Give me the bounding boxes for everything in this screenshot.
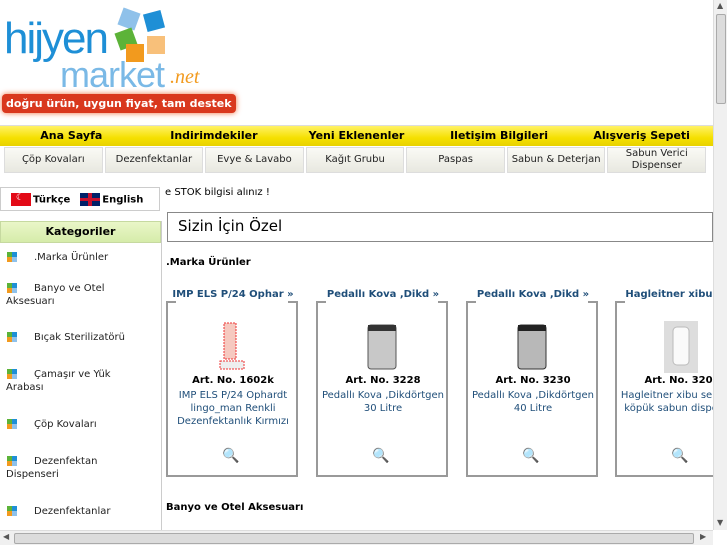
category-label: Banyo ve Otel Aksesuarı <box>6 283 105 307</box>
magnifier-icon[interactable]: 🔍 <box>522 448 539 464</box>
category-bullet-icon <box>6 455 18 467</box>
product-article-number: Art. No. 3228 <box>345 375 421 386</box>
nav-home[interactable]: Ana Sayfa <box>0 126 143 146</box>
scroll-thumb[interactable] <box>716 14 726 104</box>
logo-text-market: market <box>60 54 165 95</box>
scroll-thumb[interactable] <box>14 533 694 544</box>
category-item[interactable]: Bıçak Sterilizatörü <box>0 331 150 344</box>
magnifier-icon[interactable]: 🔍 <box>671 448 688 464</box>
product-article-number: Art. No. 1602k <box>192 375 274 386</box>
subnav-item[interactable]: Dezenfektanlar <box>104 147 204 173</box>
nav-contact[interactable]: Iletişim Bilgileri <box>428 126 571 146</box>
language-selector: Türkçe English <box>0 187 160 211</box>
product-article-number: Art. No. 3201 <box>644 375 713 386</box>
product-description-link[interactable]: Pedallı Kova ,Dikdörtgen 30 Litre <box>318 389 448 415</box>
section-heading: Banyo ve Otel Aksesuarı <box>166 502 304 513</box>
category-bullet-icon <box>6 251 18 263</box>
category-item[interactable]: .Marka Ürünler <box>0 251 150 264</box>
subnav-item[interactable]: Paspas <box>406 147 505 173</box>
product-card: Pedallı Kova ,Dikd » Art. No. 3230 Pedallı… <box>466 288 600 477</box>
product-image[interactable] <box>492 321 572 373</box>
category-label: Bıçak Sterilizatörü <box>34 332 125 343</box>
product-card: Hagleitner xibu se »Art. No. 3201Hagleit… <box>615 288 713 477</box>
category-bullet-icon <box>6 505 18 517</box>
subnav-item[interactable]: Kağıt Grubu <box>305 147 405 173</box>
nav-cart[interactable]: Alışveriş Sepeti <box>570 126 713 146</box>
viewport: hijyen market .net doğru ürün, uygun fiy… <box>0 0 713 530</box>
subnav-item[interactable]: Sabun & Deterjan <box>506 147 606 173</box>
category-label: Çöp Kovaları <box>34 419 97 430</box>
uk-flag-icon <box>80 192 101 206</box>
nav-new[interactable]: Yeni Eklenenler <box>285 126 428 146</box>
category-label: Dezenfektanlar <box>34 506 111 517</box>
category-bullet-icon <box>6 418 18 430</box>
category-bullet-icon <box>6 368 18 380</box>
category-item[interactable]: Dezenfektanlar <box>0 505 150 518</box>
category-heading: Kategoriler <box>0 221 161 243</box>
horizontal-scrollbar[interactable]: ◀ ▶ <box>0 530 713 545</box>
vertical-scrollbar[interactable]: ▲ ▼ <box>713 0 727 530</box>
magnifier-icon[interactable]: 🔍 <box>372 448 389 464</box>
subnav-item[interactable]: Sabun Verici Dispenser <box>607 147 707 173</box>
marquee-text: e STOK bilgisi alınız ! <box>165 187 270 198</box>
category-item[interactable]: Çamaşır ve Yük Arabası <box>0 368 150 394</box>
turkey-flag-icon <box>11 192 31 206</box>
category-item[interactable]: Dezenfektan Dispenseri <box>0 455 150 481</box>
lang-label: Türkçe <box>33 194 71 205</box>
product-card: IMP ELS P/24 Ophar » Art. No. 1602k IMP EL… <box>166 288 300 477</box>
category-bullet-icon <box>6 282 18 294</box>
product-image[interactable] <box>641 321 713 373</box>
section-heading: .Marka Ürünler <box>166 257 251 268</box>
magnifier-icon[interactable]: 🔍 <box>222 448 239 464</box>
product-image[interactable] <box>192 321 272 373</box>
category-bullet-icon <box>6 331 18 343</box>
product-description-link[interactable]: Pedallı Kova ,Dikdörtgen 40 Litre <box>468 389 598 415</box>
nav-discounts[interactable]: Indirimdekiler <box>143 126 286 146</box>
product-card: Pedallı Kova ,Dikd » Art. No. 3228 Pedallı… <box>316 288 450 477</box>
category-label: Dezenfektan Dispenseri <box>6 456 98 480</box>
category-item[interactable]: Banyo ve Otel Aksesuarı <box>0 282 150 308</box>
product-article-number: Art. No. 3230 <box>495 375 571 386</box>
logo-text-tld: .net <box>170 66 200 88</box>
special-heading: Sizin İçin Özel <box>167 212 713 242</box>
product-description-link[interactable]: IMP ELS P/24 Ophardt lingo_man Renkli De… <box>168 389 298 428</box>
product-description-link[interactable]: Hagleitner xibu sensörlü köpük sabun dis… <box>617 389 713 415</box>
category-item[interactable]: Çöp Kovaları <box>0 418 150 431</box>
logo-tagline: doğru ürün, uygun fiyat, tam destek <box>2 94 236 113</box>
main-nav: Ana Sayfa Indirimdekiler Yeni Eklenenler… <box>0 125 713 146</box>
product-image[interactable] <box>342 321 422 373</box>
category-sidebar: Kategoriler .Marka Ürünler Banyo ve Otel … <box>0 221 162 530</box>
lang-english[interactable]: English <box>80 192 144 206</box>
category-label: Çamaşır ve Yük Arabası <box>6 369 111 393</box>
subnav-item[interactable]: Çöp Kovaları <box>4 147 103 173</box>
site-logo[interactable]: hijyen market .net doğru ürün, uygun fiy… <box>0 0 236 120</box>
subnav-item[interactable]: Evye & Lavabo <box>205 147 304 173</box>
lang-turkish[interactable]: Türkçe <box>11 192 71 206</box>
sub-nav: Çöp Kovaları Dezenfektanlar Evye & Lavab… <box>4 147 707 173</box>
lang-label: English <box>102 194 144 205</box>
category-label: .Marka Ürünler <box>34 252 109 263</box>
